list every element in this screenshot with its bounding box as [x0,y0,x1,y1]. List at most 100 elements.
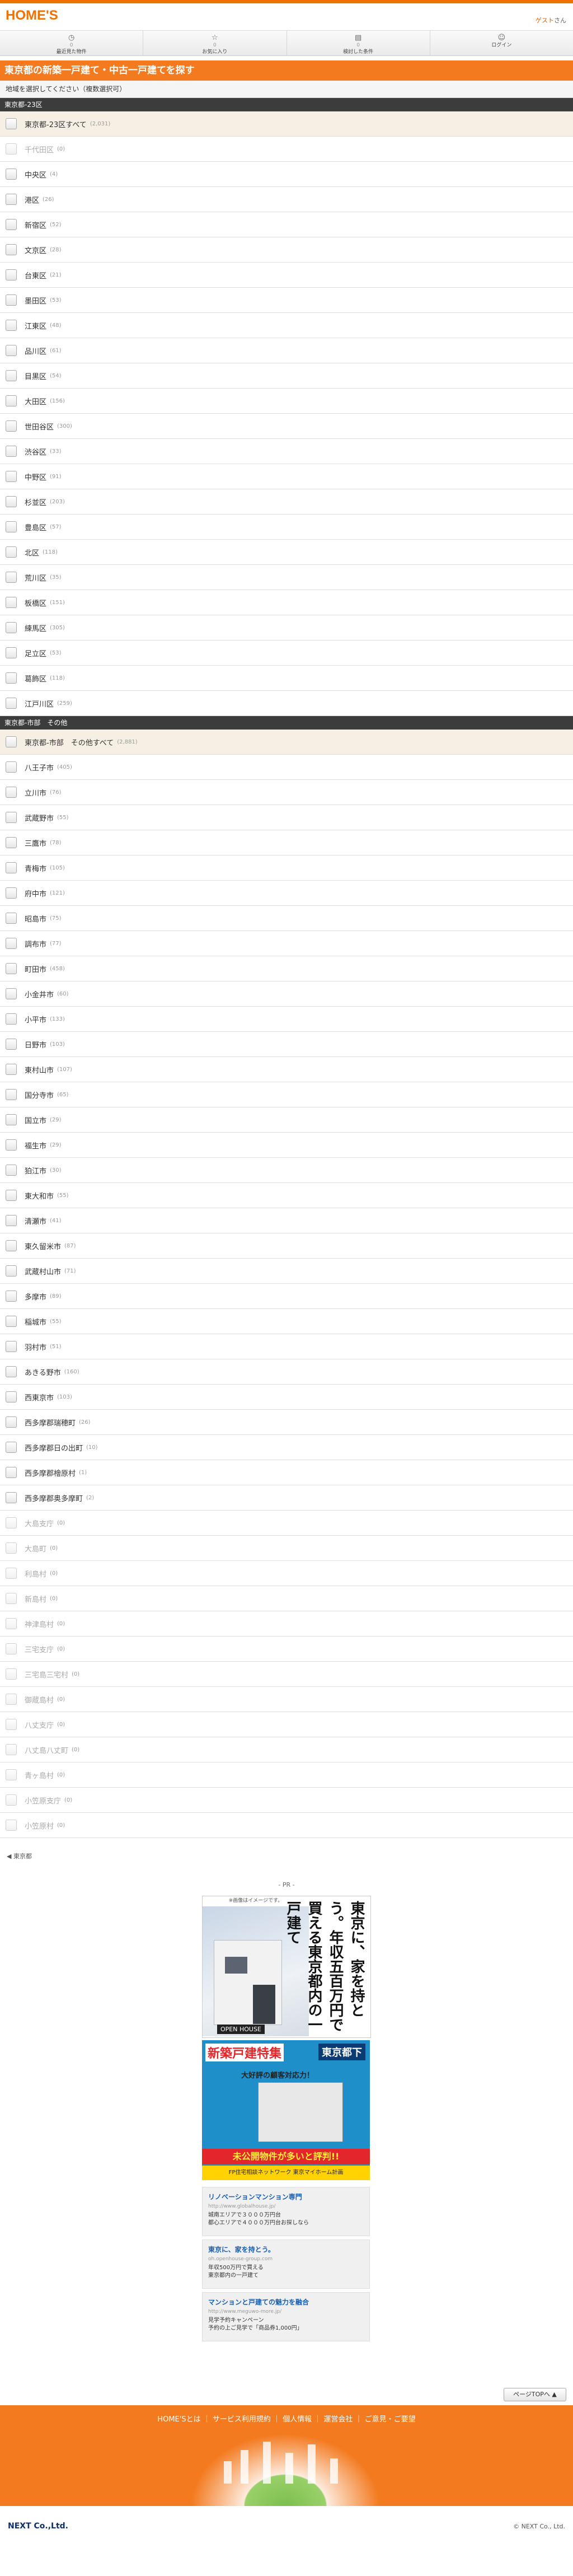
area-checkbox[interactable] [6,1492,17,1503]
area-row[interactable]: 杉並区 (203) [0,489,573,515]
area-row[interactable]: 渋谷区 (33) [0,439,573,464]
area-row[interactable]: 国分寺市 (65) [0,1082,573,1107]
area-row[interactable]: 練馬区 (305) [0,615,573,641]
ad-banner-openhouse[interactable]: OPEN HOUSE ※画像はイメージです。 東京に、家を持とう。年収五百万円で… [202,1896,371,2038]
area-row[interactable]: 府中市 (121) [0,881,573,906]
area-checkbox[interactable] [6,698,17,709]
area-row[interactable]: 豊島区 (57) [0,515,573,540]
area-row[interactable]: 三鷹市 (78) [0,830,573,855]
area-row[interactable]: 目黒区 (54) [0,363,573,389]
area-checkbox[interactable] [6,1291,17,1302]
nav-item[interactable]: ◷ 0 最近見た物件 [0,31,144,55]
area-checkbox[interactable] [6,1039,17,1050]
area-checkbox[interactable] [6,395,17,406]
area-row[interactable]: 荒川区 (35) [0,565,573,590]
area-checkbox[interactable] [6,938,17,949]
area-checkbox[interactable] [6,988,17,999]
area-checkbox[interactable] [6,787,17,798]
area-checkbox[interactable] [6,597,17,608]
area-checkbox[interactable] [6,1089,17,1100]
area-row[interactable]: 北区 (118) [0,540,573,565]
area-checkbox[interactable] [6,1442,17,1453]
text-ad[interactable]: リノベーションマンション専門 http://www.globalhouse.jp/… [202,2187,370,2236]
area-checkbox[interactable] [6,1165,17,1176]
area-row[interactable]: 品川区 (61) [0,338,573,363]
area-checkbox[interactable] [6,812,17,823]
area-checkbox[interactable] [6,1215,17,1226]
area-checkbox[interactable] [6,887,17,899]
area-checkbox[interactable] [6,647,17,658]
breadcrumb-back[interactable]: ◀ 東京都 [0,1838,573,1874]
area-row[interactable]: 青梅市 (105) [0,855,573,881]
area-row[interactable]: 羽村市 (51) [0,1334,573,1359]
area-row[interactable]: 立川市 (76) [0,780,573,805]
area-checkbox[interactable] [6,446,17,457]
area-row[interactable]: 昭島市 (75) [0,906,573,931]
area-row[interactable]: 中央区 (4) [0,162,573,187]
area-row[interactable]: 武蔵野市 (55) [0,805,573,830]
area-checkbox[interactable] [6,420,17,432]
area-row[interactable]: 台東区 (21) [0,263,573,288]
area-checkbox[interactable] [6,672,17,684]
area-row[interactable]: 文京区 (28) [0,237,573,263]
area-row[interactable]: 稲城市 (55) [0,1309,573,1334]
area-checkbox[interactable] [6,219,17,230]
area-checkbox[interactable] [6,1064,17,1075]
area-checkbox[interactable] [6,1114,17,1125]
area-row[interactable]: 西多摩郡瑞穂町 (26) [0,1410,573,1435]
area-checkbox[interactable] [6,1467,17,1478]
area-row[interactable]: 東村山市 (107) [0,1057,573,1082]
area-row[interactable]: 西東京市 (103) [0,1385,573,1410]
area-row[interactable]: 狛江市 (30) [0,1158,573,1183]
area-checkbox[interactable] [6,913,17,924]
text-ad[interactable]: マンションと戸建ての魅力を融合 http://www.meguwo-more.jp… [202,2292,370,2341]
area-row[interactable]: 八王子市 (405) [0,755,573,780]
area-row[interactable]: 武蔵村山市 (71) [0,1259,573,1284]
area-row[interactable]: 足立区 (53) [0,641,573,666]
area-checkbox[interactable] [6,1391,17,1402]
area-row[interactable]: 大田区 (156) [0,389,573,414]
area-checkbox[interactable] [6,471,17,482]
area-row[interactable]: 板橋区 (151) [0,590,573,615]
nav-item[interactable]: ☆ 0 お気に入り [143,31,287,55]
area-row[interactable]: 江戸川区 (259) [0,691,573,716]
area-checkbox[interactable] [6,294,17,306]
area-row[interactable]: 東京都-市部 その他すべて (2,881) [0,730,573,755]
area-checkbox[interactable] [6,1366,17,1377]
area-checkbox[interactable] [6,521,17,532]
area-checkbox[interactable] [6,194,17,205]
area-row[interactable]: 東大和市 (55) [0,1183,573,1208]
area-checkbox[interactable] [6,1190,17,1201]
area-row[interactable]: 中野区 (91) [0,464,573,489]
area-row[interactable]: 西多摩郡奥多摩町 (2) [0,1485,573,1511]
area-checkbox[interactable] [6,496,17,507]
area-checkbox[interactable] [6,572,17,583]
area-checkbox[interactable] [6,1416,17,1428]
area-row[interactable]: 西多摩郡日の出町 (10) [0,1435,573,1460]
area-row[interactable]: 港区 (26) [0,187,573,212]
homes-logo[interactable]: HOME'S [6,8,58,24]
area-row[interactable]: 国立市 (29) [0,1107,573,1133]
area-checkbox[interactable] [6,118,17,129]
nav-item[interactable]: ▤ 0 検討した条件 [287,31,430,55]
text-ad[interactable]: 東京に、家を持とう。 oh.openhouse-group.com 年収500万円で… [202,2240,370,2289]
area-row[interactable]: 墨田区 (53) [0,288,573,313]
area-row[interactable]: 江東区 (48) [0,313,573,338]
area-checkbox[interactable] [6,1341,17,1352]
area-row[interactable]: 福生市 (29) [0,1133,573,1158]
area-row[interactable]: 世田谷区 (300) [0,414,573,439]
area-row[interactable]: 新宿区 (52) [0,212,573,237]
area-checkbox[interactable] [6,320,17,331]
area-checkbox[interactable] [6,736,17,747]
area-checkbox[interactable] [6,1316,17,1327]
area-checkbox[interactable] [6,269,17,280]
area-row[interactable]: 調布市 (77) [0,931,573,956]
area-checkbox[interactable] [6,1013,17,1025]
area-checkbox[interactable] [6,244,17,255]
area-checkbox[interactable] [6,1139,17,1151]
ad-banner-newhomes[interactable]: 新築戸建特集 東京都下 大好評の顧客対応力！ 未公開物件が多いと評判!! FP住… [202,2040,370,2180]
area-checkbox[interactable] [6,169,17,180]
area-row[interactable]: 清瀬市 (41) [0,1208,573,1233]
user-name[interactable]: ゲスト [536,17,554,24]
area-checkbox[interactable] [6,546,17,558]
